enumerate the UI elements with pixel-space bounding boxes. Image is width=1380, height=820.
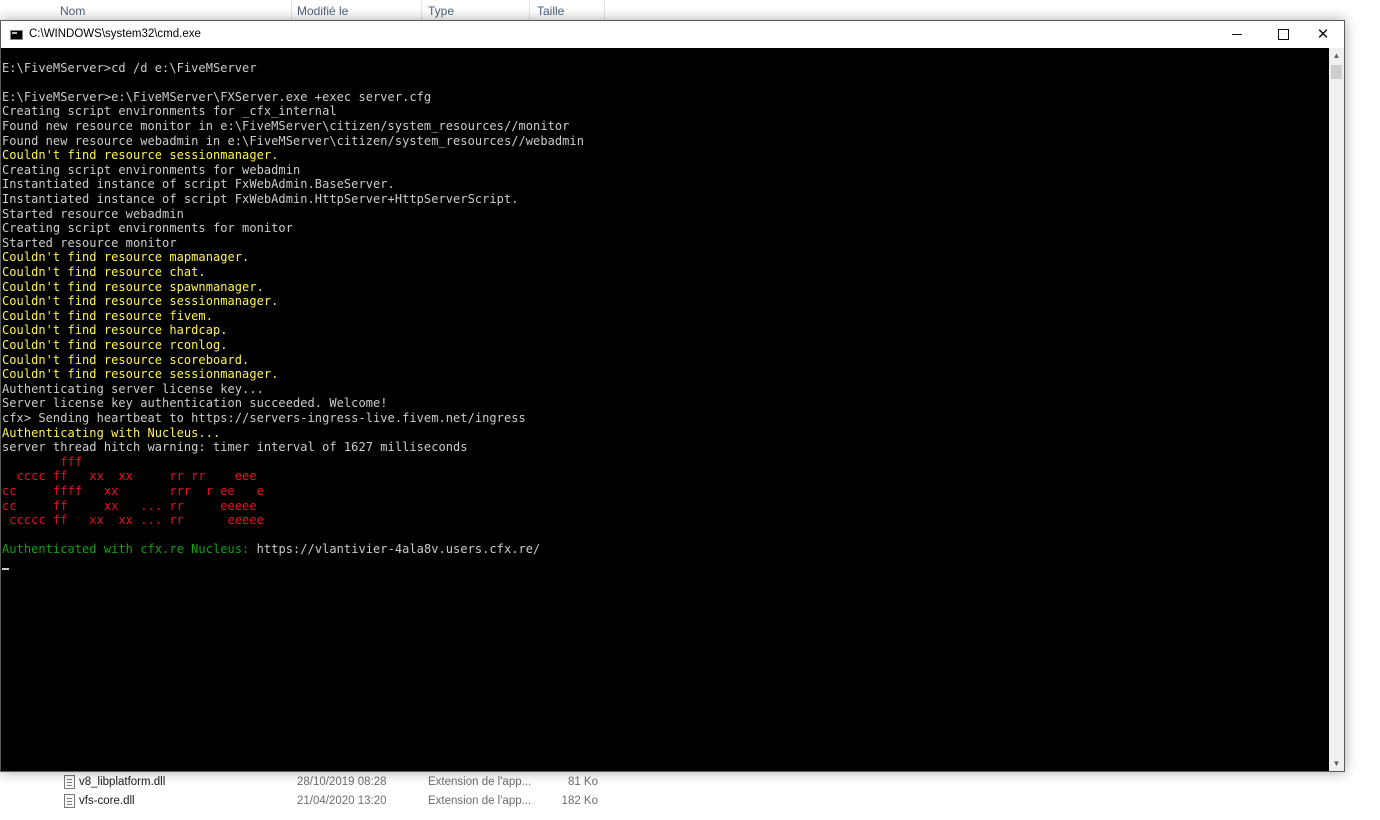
console-line-text: Couldn't find resource chat.: [2, 265, 206, 279]
console-line: Couldn't find resource hardcap.: [2, 323, 228, 338]
console-line: Couldn't find resource sessionmanager.: [2, 148, 278, 163]
console-line: Creating script environments for webadmi…: [2, 163, 300, 178]
minimize-icon: [1232, 34, 1242, 35]
console-line: Creating script environments for _cfx_in…: [2, 104, 337, 119]
console-line-text: Found new resource monitor in e:\FiveMSe…: [2, 119, 570, 133]
maximize-button[interactable]: [1260, 21, 1306, 48]
console-line: Authenticating server license key...: [2, 382, 264, 397]
console-url: https://vlantivier-4ala8v.users.cfx.re/: [256, 542, 541, 557]
column-header-size[interactable]: Taille: [530, 0, 605, 20]
text-cursor: [2, 568, 9, 570]
column-header-type[interactable]: Type: [422, 0, 530, 20]
file-row[interactable]: v8_libplatform.dll 28/10/2019 08:28 Exte…: [44, 774, 624, 793]
dll-file-icon: [64, 775, 75, 789]
console-line-text: Authenticating with Nucleus...: [2, 425, 221, 440]
file-name: v8_libplatform.dll: [79, 776, 166, 788]
console-line-text: Couldn't find resource sessionmanager.: [2, 294, 279, 309]
console-line: Found new resource monitor in e:\FiveMSe…: [2, 119, 569, 134]
console-line-text: Couldn't find resource sessionmanager.: [2, 148, 279, 163]
file-date: 28/10/2019 08:28: [297, 776, 387, 788]
minimize-button[interactable]: [1214, 21, 1260, 48]
console-line-text: fff: [2, 454, 83, 469]
console-line-text: Authenticated with cfx.re Nucleus:: [2, 542, 257, 557]
console-line-text: Couldn't find resource scoreboard.: [2, 352, 250, 367]
console-line: Started resource webadmin: [2, 207, 184, 222]
console-line: Couldn't find resource fivem.: [2, 309, 213, 324]
console-line-text: cfx> Sending heartbeat to https://server…: [2, 411, 526, 425]
file-size: 81 Ko: [567, 776, 598, 788]
console-line-text: Couldn't find resource fivem.: [2, 308, 213, 323]
file-date: 21/04/2020 13:20: [297, 795, 387, 807]
console-line: E:\FiveMServer>cd /d e:\FiveMServer: [2, 61, 257, 76]
column-header-modified[interactable]: Modifié le: [292, 0, 422, 20]
console-line: cccc ff xx xx rr rr eee: [2, 469, 257, 484]
console-line: Couldn't find resource spawnmanager.: [2, 280, 264, 295]
scroll-up-arrow-icon[interactable]: ▲: [1329, 48, 1344, 63]
column-header-name[interactable]: Nom: [44, 0, 292, 20]
console-line: Couldn't find resource chat.: [2, 265, 206, 280]
file-type: Extension de l'app...: [428, 776, 532, 788]
file-row[interactable]: vfs-core.dll 21/04/2020 13:20 Extension …: [44, 793, 624, 812]
file-type: Extension de l'app...: [428, 795, 532, 807]
console-line: server thread hitch warning: timer inter…: [2, 440, 468, 455]
scroll-down-arrow-icon[interactable]: ▼: [1329, 756, 1344, 771]
title-bar[interactable]: C:\WINDOWS\system32\cmd.exe ✕: [1, 21, 1344, 48]
console-line-text: E:\FiveMServer>e:\FiveMServer\FXServer.e…: [2, 89, 432, 104]
console-line-text: E:\FiveMServer>cd /d e:\FiveMServer: [2, 60, 257, 75]
console-line-text: server thread hitch warning: timer inter…: [2, 440, 468, 455]
console-line: fff: [2, 455, 82, 470]
console-line-text: Creating script environments for monitor: [2, 221, 293, 236]
console-line: Instantiated instance of script FxWebAdm…: [2, 177, 395, 192]
console-line: ccccc ff xx xx ... rr eeeee: [2, 513, 264, 528]
console-line-text: Started resource monitor: [2, 235, 177, 250]
console-line: Authenticating with Nucleus...: [2, 426, 220, 441]
console-output[interactable]: E:\FiveMServer>cd /d e:\FiveMServer E:\Fi…: [1, 48, 1329, 771]
console-line: Couldn't find resource rconlog.: [2, 338, 228, 353]
console-line: cfx> Sending heartbeat to https://server…: [2, 411, 526, 426]
console-line-text: Server license key authentication succee…: [2, 396, 388, 411]
console-line: Instantiated instance of script FxWebAdm…: [2, 192, 519, 207]
console-line-text: Instantiated instance of script FxWebAdm…: [2, 192, 519, 206]
console-line-text: Couldn't find resource spawnmanager.: [2, 279, 264, 294]
console-line-text: Creating script environments for _cfx_in…: [2, 104, 337, 119]
console-line: Authenticated with cfx.re Nucleus: https…: [2, 542, 540, 557]
console-line-text: ccccc ff xx xx ... rr eeeee: [2, 513, 264, 528]
console-line-text: Couldn't find resource hardcap.: [2, 323, 228, 338]
console-line: Server license key authentication succee…: [2, 396, 388, 411]
console-line-text: Instantiated instance of script FxWebAdm…: [2, 177, 395, 192]
cmd-app-icon[interactable]: [10, 30, 23, 40]
scroll-thumb[interactable]: [1331, 65, 1342, 79]
console-line: E:\FiveMServer>e:\FiveMServer\FXServer.e…: [2, 90, 431, 105]
window-title: C:\WINDOWS\system32\cmd.exe: [29, 28, 201, 40]
console-line: Started resource monitor: [2, 236, 177, 251]
file-size: 182 Ko: [561, 795, 598, 807]
console-line-text: Couldn't find resource mapmanager.: [2, 250, 250, 265]
vertical-scrollbar[interactable]: ▲ ▼: [1329, 48, 1344, 771]
cmd-window[interactable]: C:\WINDOWS\system32\cmd.exe ✕ E:\FiveMSe…: [0, 20, 1345, 772]
console-line-text: Authenticating server license key...: [2, 381, 264, 396]
console-line-text: cccc ff xx xx rr rr eee: [2, 469, 257, 484]
close-button[interactable]: ✕: [1302, 21, 1344, 48]
close-icon: ✕: [1316, 26, 1330, 43]
console-line-text: Found new resource webadmin in e:\FiveMS…: [2, 133, 584, 148]
console-line: Couldn't find resource sessionmanager.: [2, 294, 278, 309]
console-line: cc ffff xx rrr r ee e: [2, 484, 264, 499]
console-line-text: Started resource webadmin: [2, 206, 184, 221]
maximize-icon: [1278, 29, 1289, 40]
console-line: Creating script environments for monitor: [2, 221, 293, 236]
dll-file-icon: [64, 794, 75, 808]
console-line-text: Couldn't find resource rconlog.: [2, 338, 228, 352]
console-line-text: Couldn't find resource sessionmanager.: [2, 367, 279, 382]
console-line-text: Creating script environments for webadmi…: [2, 162, 301, 177]
console-line: Couldn't find resource scoreboard.: [2, 353, 249, 368]
console-line: Couldn't find resource mapmanager.: [2, 250, 249, 265]
console-line-text: cc ff xx ... rr eeeee: [2, 498, 257, 513]
file-name: vfs-core.dll: [79, 795, 135, 807]
console-line: Found new resource webadmin in e:\FiveMS…: [2, 134, 584, 149]
console-line-text: cc ffff xx rrr r ee e: [2, 484, 264, 498]
console-line: Couldn't find resource sessionmanager.: [2, 367, 278, 382]
console-line: cc ff xx ... rr eeeee: [2, 499, 257, 514]
